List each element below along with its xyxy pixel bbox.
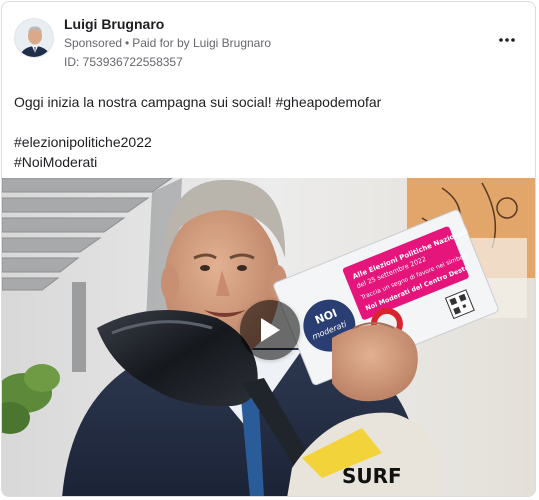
sponsored-line: Sponsored • Paid for by Luigi Brugnaro	[64, 36, 271, 50]
video-player[interactable]: SURF Alle Elezioni Politiche Nazionali d…	[2, 178, 535, 496]
play-icon	[261, 318, 280, 342]
play-button[interactable]	[240, 300, 300, 360]
sponsored-label: Sponsored	[64, 36, 123, 50]
avatar[interactable]	[14, 18, 54, 58]
post-header: Luigi Brugnaro Sponsored • Paid for by Lui…	[2, 2, 535, 74]
more-options-button[interactable]	[497, 30, 517, 50]
payer-name[interactable]: Luigi Brugnaro	[193, 36, 271, 50]
avatar-image	[15, 19, 53, 57]
post-text-line: Oggi inizia la nostra campagna sui socia…	[14, 94, 382, 110]
hashtag-noimoderati[interactable]: #NoiModerati	[14, 152, 524, 172]
post-text: Oggi inizia la nostra campagna sui socia…	[14, 92, 524, 172]
ad-id: ID: 753936722558357	[64, 55, 183, 69]
more-horizontal-icon	[499, 38, 515, 42]
author-name[interactable]: Luigi Brugnaro	[64, 16, 164, 32]
hashtag-elezioni[interactable]: #elezionipolitiche2022	[14, 132, 524, 152]
meta-separator: •	[125, 36, 130, 50]
paid-for-label: Paid for by	[132, 36, 190, 50]
ad-card: Luigi Brugnaro Sponsored • Paid for by Lui…	[1, 1, 536, 497]
pouch-text: SURF	[342, 464, 402, 488]
